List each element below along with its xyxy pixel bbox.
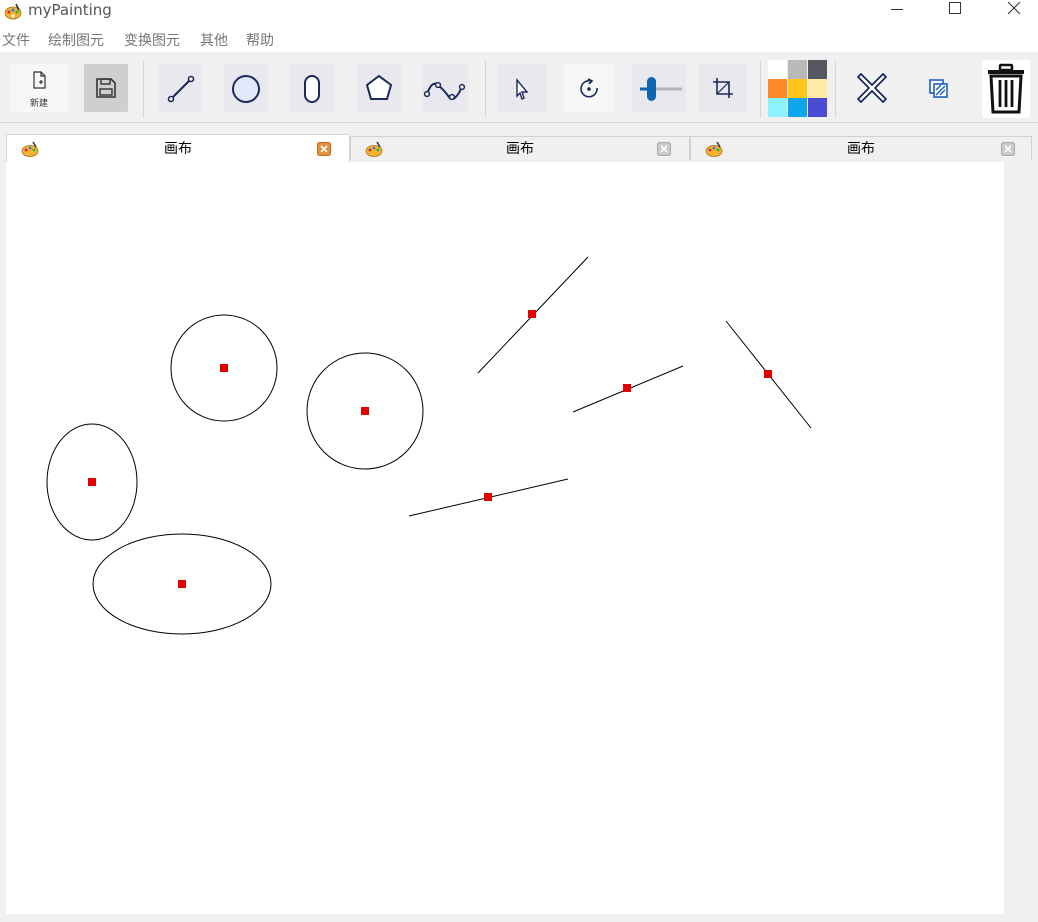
clip-tool-button[interactable] — [699, 64, 747, 112]
color-palette — [768, 60, 828, 118]
pen-width-slider-icon — [640, 77, 682, 101]
center-marker[interactable] — [484, 493, 492, 501]
tab-canvas-2[interactable]: 画布 — [350, 136, 690, 160]
tab-close-icon[interactable] — [657, 142, 671, 156]
crop-icon — [713, 78, 733, 98]
rounded-rect-icon — [304, 75, 320, 103]
color-swatch-dark-gray[interactable] — [808, 60, 827, 79]
menu-bar: 文件 绘制图元 变换图元 其他 帮助 — [0, 30, 1038, 52]
trash-icon — [988, 63, 1024, 114]
toolbar-separator — [143, 60, 144, 118]
tab-label: 画布 — [164, 141, 192, 157]
center-marker[interactable] — [361, 407, 369, 415]
menu-other[interactable]: 其他 — [200, 32, 228, 50]
maximize-button[interactable] — [932, 0, 978, 20]
ellipse-tool-button[interactable] — [224, 64, 268, 112]
close-button[interactable] — [990, 0, 1036, 20]
color-swatch-cyan[interactable] — [768, 98, 787, 117]
title-bar: myPainting — [0, 0, 1038, 30]
canvas-side-gutter — [1004, 162, 1038, 922]
menu-draw-primitives[interactable]: 绘制图元 — [48, 32, 104, 50]
center-marker[interactable] — [88, 478, 96, 486]
color-swatch-pale-yellow[interactable] — [808, 79, 827, 98]
line-icon — [167, 75, 195, 103]
new-file-icon — [33, 71, 46, 89]
curve-tool-button[interactable] — [422, 64, 468, 112]
menu-file[interactable]: 文件 — [2, 32, 30, 50]
color-swatch-white[interactable] — [768, 60, 787, 79]
cursor-icon — [516, 78, 529, 100]
color-swatch-orange[interactable] — [768, 79, 787, 98]
rotate-icon — [580, 78, 598, 98]
select-tool-button[interactable] — [497, 64, 547, 112]
new-button[interactable]: 新建 — [10, 64, 68, 112]
center-marker[interactable] — [764, 370, 772, 378]
layers-button[interactable] — [914, 64, 962, 112]
pentagon-icon — [365, 74, 393, 100]
clear-canvas-button[interactable] — [982, 60, 1030, 118]
cross-icon — [857, 73, 887, 103]
layers-icon — [929, 79, 948, 98]
menu-help[interactable]: 帮助 — [246, 32, 274, 50]
center-marker[interactable] — [528, 310, 536, 318]
toolbar: 新建 — [0, 54, 1038, 123]
save-icon — [96, 78, 116, 98]
color-swatch-blue[interactable] — [788, 98, 807, 117]
save-button[interactable] — [84, 64, 128, 112]
tab-label: 画布 — [506, 141, 534, 157]
color-swatch-indigo[interactable] — [808, 98, 827, 117]
tab-close-icon[interactable] — [1001, 142, 1015, 156]
canvas-drawing — [46, 256, 812, 635]
polygon-tool-button[interactable] — [357, 64, 401, 112]
rotate-tool-button[interactable] — [564, 64, 614, 112]
minimize-button[interactable] — [874, 0, 920, 20]
line-tool-button[interactable] — [158, 64, 202, 112]
tab-bar: 画布 画布 画布 — [0, 124, 1038, 162]
new-button-label: 新建 — [29, 99, 48, 109]
maximize-icon — [949, 2, 961, 14]
center-marker[interactable] — [178, 580, 186, 588]
ellipse-icon — [232, 75, 260, 103]
drawing-canvas[interactable] — [6, 162, 1004, 914]
window-title: myPainting — [28, 1, 112, 19]
color-swatch-light-gray[interactable] — [788, 60, 807, 79]
center-marker[interactable] — [220, 364, 228, 372]
tab-label: 画布 — [847, 141, 875, 157]
tab-canvas-1[interactable]: 画布 — [6, 134, 350, 162]
paint-palette-icon — [4, 3, 22, 20]
pen-width-slider[interactable] — [632, 64, 686, 112]
tab-canvas-3[interactable]: 画布 — [690, 136, 1032, 160]
center-marker[interactable] — [623, 384, 631, 392]
color-swatch-yellow[interactable] — [788, 79, 807, 98]
curve-icon — [423, 81, 466, 101]
minimize-icon — [891, 9, 903, 10]
delete-primitive-button[interactable] — [848, 64, 896, 112]
toolbar-separator — [835, 60, 836, 118]
rounded-rect-tool-button[interactable] — [290, 64, 334, 112]
toolbar-separator — [485, 60, 486, 118]
menu-transform-primitives[interactable]: 变换图元 — [124, 32, 180, 50]
tab-close-icon[interactable] — [317, 142, 331, 156]
close-icon — [1007, 1, 1021, 15]
toolbar-separator — [760, 60, 761, 118]
